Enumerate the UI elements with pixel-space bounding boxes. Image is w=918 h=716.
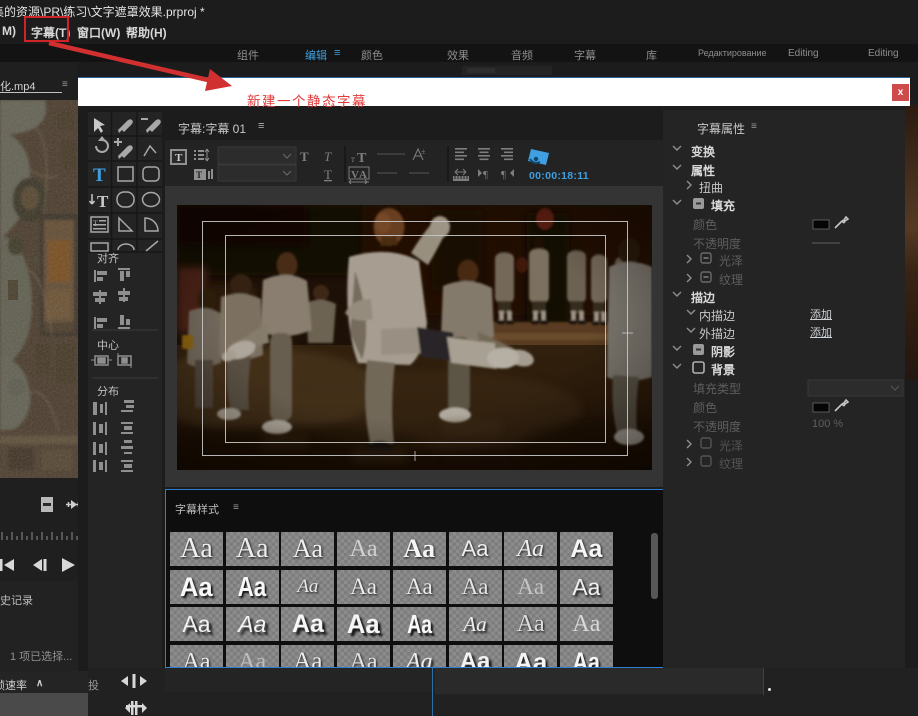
svg-text:T: T bbox=[324, 167, 332, 182]
svg-text:T: T bbox=[300, 149, 309, 164]
svg-text:¶: ¶ bbox=[501, 169, 506, 181]
svg-text:中心: 中心 bbox=[97, 339, 119, 352]
svg-text:分布: 分布 bbox=[97, 385, 119, 398]
svg-text:T: T bbox=[93, 219, 98, 228]
svg-text:T: T bbox=[175, 152, 183, 164]
svg-text:T: T bbox=[97, 192, 109, 211]
svg-text:00:00:18:11: 00:00:18:11 bbox=[529, 170, 589, 182]
svg-text:T: T bbox=[357, 151, 367, 166]
svg-text:T: T bbox=[196, 170, 202, 180]
svg-text:¶: ¶ bbox=[483, 169, 488, 181]
svg-text:T: T bbox=[93, 165, 106, 186]
svg-text:т: т bbox=[351, 154, 355, 164]
svg-text:±: ± bbox=[421, 147, 426, 156]
svg-text:T: T bbox=[324, 149, 332, 164]
